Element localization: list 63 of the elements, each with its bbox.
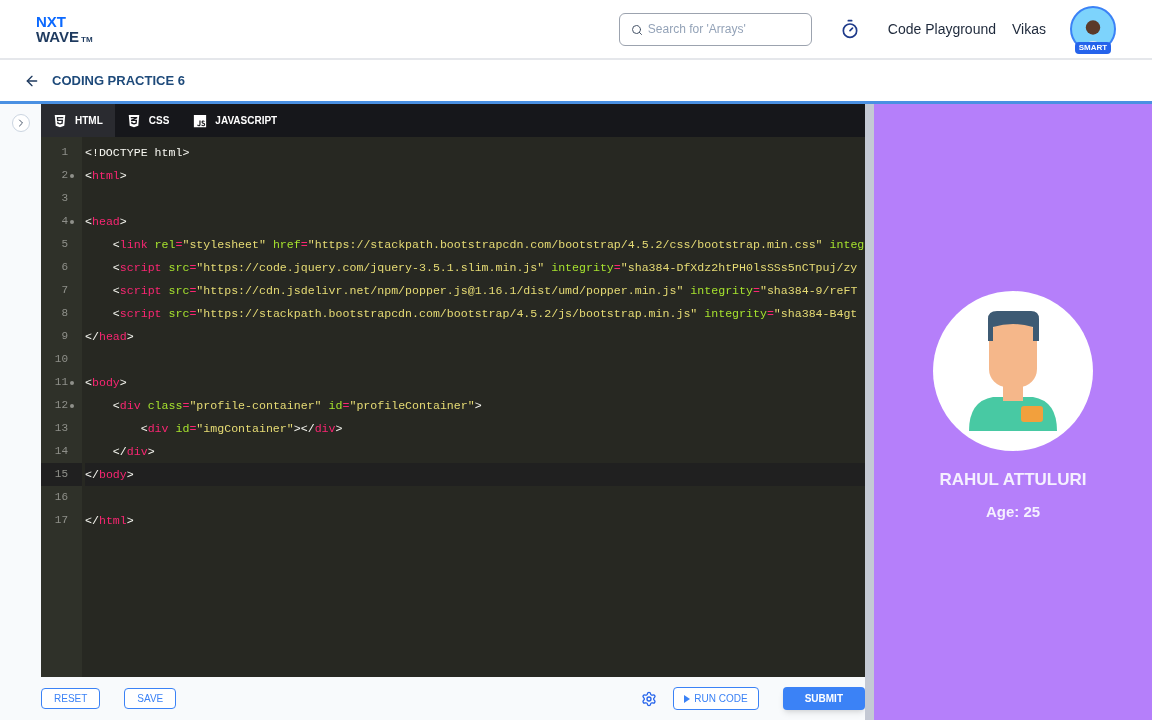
code-line: <div class="profile-container" id="profileContainer"> bbox=[111, 397, 482, 414]
avatar[interactable]: SMART bbox=[1070, 6, 1116, 52]
code-line: <script src="https://code.jquery.com/jquery-3.5.1.slim.min.js" integrity="sha384-DfXdz2htPH0lsSSs5nCTpuj/zy bbox=[111, 259, 858, 276]
avatar-badge: SMART bbox=[1074, 42, 1112, 54]
code-line: <script src="https://cdn.jsdelivr.net/npm/popper.js@1.16.1/dist/umd/popper.min.js" integrity="sha384-9/reFT bbox=[111, 282, 858, 299]
page-title: CODING PRACTICE 6 bbox=[52, 71, 185, 90]
code-editor[interactable] bbox=[41, 137, 865, 677]
code-line: <!DOCTYPE html> bbox=[85, 144, 190, 161]
trademark-text: TM bbox=[81, 36, 93, 44]
line-number: 17 bbox=[54, 513, 68, 529]
line-number: 10 bbox=[54, 352, 68, 368]
search-field[interactable]: Search for 'Arrays' bbox=[618, 12, 812, 46]
code-line: <body> bbox=[85, 374, 127, 391]
settings-icon[interactable] bbox=[641, 690, 658, 707]
line-number: 4 bbox=[61, 214, 68, 230]
fold-icon[interactable] bbox=[70, 173, 74, 178]
code-line: </html> bbox=[85, 512, 134, 529]
editor-tab[interactable]: HTML bbox=[41, 104, 115, 137]
line-number: 11 bbox=[54, 375, 68, 391]
line-number: 2 bbox=[61, 168, 68, 184]
line-number: 8 bbox=[61, 306, 68, 322]
search-icon bbox=[630, 23, 643, 36]
code-line: </head> bbox=[85, 328, 134, 345]
code-line: <html> bbox=[85, 167, 127, 184]
nav-link[interactable]: Code Playground bbox=[887, 18, 996, 40]
js-icon bbox=[193, 113, 208, 128]
line-number: 6 bbox=[61, 260, 68, 276]
resize-handle[interactable] bbox=[865, 104, 874, 720]
line-number: 3 bbox=[61, 191, 68, 207]
line-number: 14 bbox=[54, 444, 68, 460]
line-number: 13 bbox=[54, 421, 68, 437]
fold-icon[interactable] bbox=[70, 403, 74, 408]
line-number: 9 bbox=[61, 329, 68, 345]
profile-age: Age: 25 bbox=[985, 501, 1041, 522]
line-number: 16 bbox=[54, 490, 68, 506]
profile-name: RAHUL ATTULURI bbox=[939, 469, 1087, 491]
logo[interactable]: NXT WAVE TM bbox=[36, 14, 93, 44]
code-line: <link rel="stylesheet" href="https://stackpath.bootstrapcdn.com/bootstrap/4.5.2/css/bootstrap.min.css" integ bbox=[111, 236, 865, 253]
play-icon bbox=[684, 694, 691, 703]
run-code-button[interactable]: RUN CODE bbox=[673, 687, 759, 710]
code-line: <head> bbox=[85, 213, 127, 230]
code-line: <div id="imgContainer"></div> bbox=[139, 420, 343, 437]
code-line: </div> bbox=[111, 443, 155, 460]
line-number: 12 bbox=[54, 398, 68, 414]
html5-icon bbox=[53, 113, 67, 128]
editor-tab[interactable]: JAVASCRIPT bbox=[181, 104, 290, 137]
fold-icon[interactable] bbox=[70, 219, 74, 224]
code-line: <script src="https://stackpath.bootstrapcdn.com/bootstrap/4.5.2/js/bootstrap.min.js" integrity="sha384-B4gt bbox=[111, 305, 858, 322]
logo-text: NXT bbox=[36, 14, 67, 29]
submit-button[interactable]: SUBMIT bbox=[782, 687, 865, 710]
action-button[interactable]: SAVE bbox=[124, 688, 177, 709]
line-number: 1 bbox=[61, 145, 68, 161]
logo-text: WAVE bbox=[36, 29, 80, 44]
line-number: 15 bbox=[54, 467, 68, 483]
fold-icon[interactable] bbox=[70, 380, 74, 385]
code-line: </body> bbox=[85, 466, 134, 483]
line-number: 5 bbox=[61, 237, 68, 253]
expand-button[interactable] bbox=[11, 114, 30, 132]
action-button[interactable]: RESET bbox=[41, 688, 101, 709]
nav-link[interactable]: Vikas bbox=[1012, 18, 1046, 40]
editor-tab[interactable]: CSS bbox=[114, 104, 182, 137]
line-number: 7 bbox=[61, 283, 68, 299]
css3-icon bbox=[126, 113, 141, 128]
